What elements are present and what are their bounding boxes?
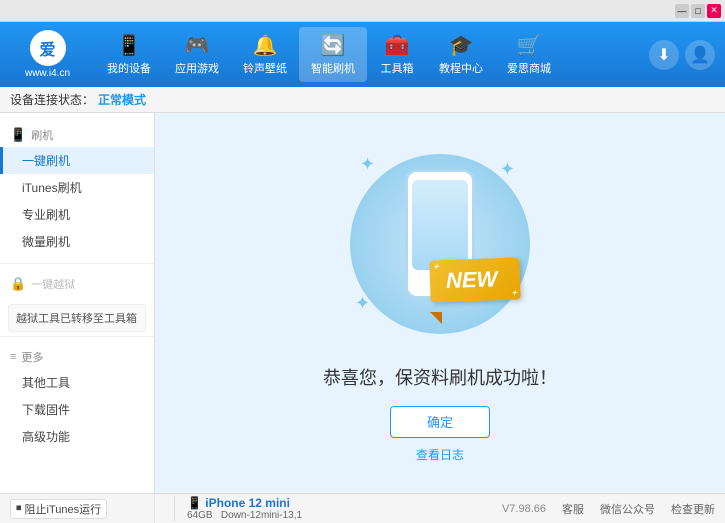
sidebar-item-other-tools[interactable]: 其他工具 <box>0 369 154 396</box>
toolbox-label: 工具箱 <box>381 60 414 76</box>
sub-header: 设备连接状态： 正常模式 <box>0 87 725 113</box>
more-label: 更多 <box>21 349 43 365</box>
sidebar: 📱 刷机 一键刷机 iTunes刷机 专业刷机 微量刷机 🔒 一键越狱 <box>0 113 155 493</box>
version-text: V7.98.66 <box>502 503 546 515</box>
sidebar-divider-2 <box>0 336 154 337</box>
phone-illustration: ✦ ✦ ✦ NEW <box>340 144 540 344</box>
more-section-title: ≡ 更多 <box>0 345 154 369</box>
sidebar-item-download-firmware[interactable]: 下载固件 <box>0 396 154 423</box>
sidebar-item-pro-flash[interactable]: 专业刷机 <box>0 201 154 228</box>
sparkle-icon-3: ✦ <box>355 293 370 314</box>
other-tools-label: 其他工具 <box>22 376 70 390</box>
new-banner: NEW <box>430 259 520 314</box>
phone-screen <box>412 180 468 270</box>
ringtones-icon: 🔔 <box>253 33 278 58</box>
jailbreak-section: 🔒 一键越狱 <box>0 268 154 300</box>
sparkle-icon-1: ✦ <box>360 154 375 175</box>
title-bar: — □ ✕ <box>0 0 725 22</box>
done-link[interactable]: 查看日志 <box>416 446 464 463</box>
apps-games-label: 应用游戏 <box>175 60 219 76</box>
sidebar-item-micro-flash[interactable]: 微量刷机 <box>0 228 154 255</box>
sidebar-item-one-click-flash[interactable]: 一键刷机 <box>0 147 154 174</box>
confirm-button[interactable]: 确定 <box>390 406 490 438</box>
header: 爱 www.i4.cn 📱 我的设备 🎮 应用游戏 🔔 铃声壁纸 🔄 智能刷机 … <box>0 22 725 87</box>
tutorial-label: 教程中心 <box>439 60 483 76</box>
stop-icon: ⏹ <box>16 502 22 515</box>
close-button[interactable]: ✕ <box>707 4 721 18</box>
wechat-link[interactable]: 微信公众号 <box>600 501 655 517</box>
download-button[interactable]: ⬇ <box>649 40 679 70</box>
nav-shop[interactable]: 🛒 爱思商城 <box>495 27 563 82</box>
apps-games-icon: 🎮 <box>185 33 210 58</box>
download-firmware-label: 下载固件 <box>22 403 70 417</box>
header-right: ⬇ 👤 <box>649 40 715 70</box>
sparkle-icon-2: ✦ <box>500 159 515 180</box>
new-ribbon-text: NEW <box>429 257 520 302</box>
nav-tutorial[interactable]: 🎓 教程中心 <box>427 27 495 82</box>
sidebar-divider-1 <box>0 263 154 264</box>
device-icon: 📱 <box>187 496 205 510</box>
my-device-label: 我的设备 <box>107 60 151 76</box>
sidebar-notice: 越狱工具已转移至工具箱 <box>8 304 146 332</box>
device-name: 📱 iPhone 12 mini <box>187 496 302 510</box>
itunes-stop-button[interactable]: ⏹ 阻止iTunes运行 <box>10 499 107 519</box>
smart-flash-icon: 🔄 <box>321 33 346 58</box>
shop-icon: 🛒 <box>517 33 542 58</box>
check-update-link[interactable]: 检查更新 <box>671 501 715 517</box>
lock-icon: 🔒 <box>10 276 26 292</box>
logo-url: www.i4.cn <box>25 68 70 79</box>
pro-flash-label: 专业刷机 <box>22 208 70 222</box>
device-info: 📱 iPhone 12 mini 64GB Down-12mini-13,1 <box>174 496 302 521</box>
more-icon: ≡ <box>10 351 16 363</box>
nav-ringtones[interactable]: 🔔 铃声壁纸 <box>231 27 299 82</box>
device-details: 64GB Down-12mini-13,1 <box>187 510 302 521</box>
tutorial-icon: 🎓 <box>449 33 474 58</box>
one-click-flash-label: 一键刷机 <box>22 154 70 168</box>
advanced-label: 高级功能 <box>22 430 70 444</box>
flash-section-icon: 📱 <box>10 127 26 143</box>
status-value: 正常模式 <box>98 91 146 108</box>
itunes-flash-label: iTunes刷机 <box>22 181 82 195</box>
status-label: 设备连接状态： <box>10 91 94 108</box>
flash-section-title: 📱 刷机 <box>0 123 154 147</box>
user-button[interactable]: 👤 <box>685 40 715 70</box>
ribbon-tail <box>430 312 442 324</box>
itunes-stop-bar: ⏹ 阻止iTunes运行 <box>0 493 155 523</box>
minimize-button[interactable]: — <box>675 4 689 18</box>
nav-items: 📱 我的设备 🎮 应用游戏 🔔 铃声壁纸 🔄 智能刷机 🧰 工具箱 🎓 教程中心… <box>95 27 649 82</box>
nav-my-device[interactable]: 📱 我的设备 <box>95 27 163 82</box>
success-text: 恭喜您，保资料刷机成功啦！ <box>323 364 557 390</box>
bottom-right: V7.98.66 客服 微信公众号 检查更新 <box>502 501 715 517</box>
sidebar-item-itunes-flash[interactable]: iTunes刷机 <box>0 174 154 201</box>
toolbox-icon: 🧰 <box>385 33 410 58</box>
jailbreak-title: 🔒 一键越狱 <box>0 272 154 296</box>
more-section: ≡ 更多 其他工具 下载固件 高级功能 <box>0 341 154 454</box>
content-area: ✦ ✦ ✦ NEW 恭喜您，保资料刷机成功啦！ 确定 查看日志 <box>155 113 725 493</box>
restore-button[interactable]: □ <box>691 4 705 18</box>
logo-icon: 爱 <box>30 30 66 66</box>
micro-flash-label: 微量刷机 <box>22 235 70 249</box>
smart-flash-label: 智能刷机 <box>311 60 355 76</box>
flash-section-label: 刷机 <box>31 127 53 143</box>
sidebar-item-advanced[interactable]: 高级功能 <box>0 423 154 450</box>
jailbreak-label: 一键越狱 <box>31 276 75 292</box>
logo[interactable]: 爱 www.i4.cn <box>10 30 85 79</box>
my-device-icon: 📱 <box>117 33 142 58</box>
ringtones-label: 铃声壁纸 <box>243 60 287 76</box>
shop-label: 爱思商城 <box>507 60 551 76</box>
flash-section: 📱 刷机 一键刷机 iTunes刷机 专业刷机 微量刷机 <box>0 119 154 259</box>
notice-text: 越狱工具已转移至工具箱 <box>16 313 137 325</box>
support-link[interactable]: 客服 <box>562 501 584 517</box>
nav-smart-flash[interactable]: 🔄 智能刷机 <box>299 27 367 82</box>
main: 📱 刷机 一键刷机 iTunes刷机 专业刷机 微量刷机 🔒 一键越狱 <box>0 113 725 493</box>
nav-apps-games[interactable]: 🎮 应用游戏 <box>163 27 231 82</box>
nav-toolbox[interactable]: 🧰 工具箱 <box>367 27 427 82</box>
